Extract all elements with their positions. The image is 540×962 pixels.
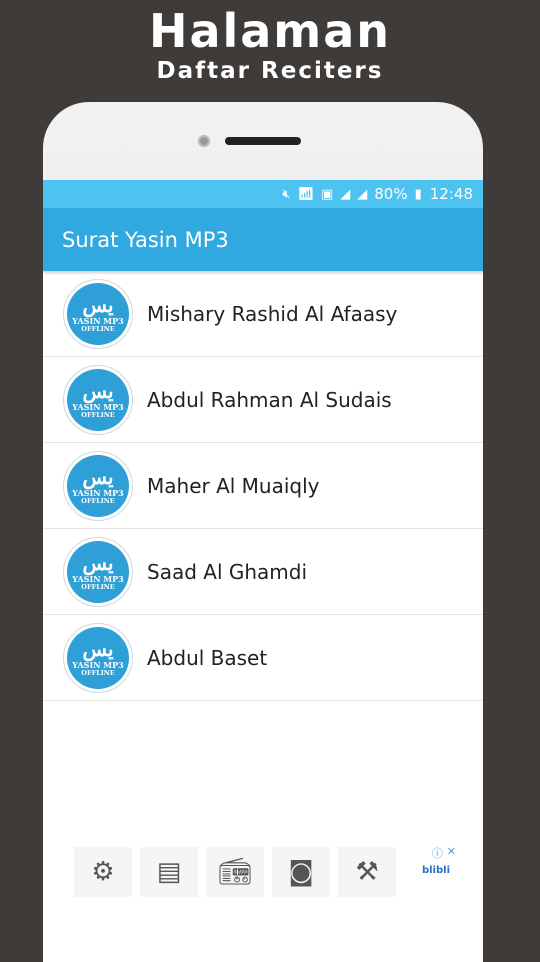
logo-arabic: يس	[82, 464, 114, 489]
promo-subtitle: Daftar Reciters	[156, 58, 384, 84]
logo-line2: OFFLINE	[81, 324, 115, 333]
yasin-logo-icon: يس YASIN MP3 OFFLINE	[63, 536, 133, 607]
list-item[interactable]: يس YASIN MP3 OFFLINE Abdul Rahman Al Sud…	[43, 357, 483, 443]
list-item[interactable]: يس YASIN MP3 OFFLINE Abdul Baset	[43, 615, 483, 701]
ad-choices[interactable]: ⓘ ✕	[432, 845, 456, 861]
yasin-logo-icon: يس YASIN MP3 OFFLINE	[63, 364, 133, 435]
reciter-name: Abdul Baset	[147, 645, 268, 670]
ad-product-image[interactable]: ▤	[140, 846, 198, 897]
logo-line2: OFFLINE	[81, 582, 115, 591]
ad-product-image[interactable]: ◙	[272, 846, 330, 897]
ad-product-image[interactable]: ⚙	[74, 846, 132, 897]
battery-icon: ▮	[414, 186, 422, 202]
promo-title: Halaman	[148, 4, 392, 58]
logo-arabic: يس	[82, 292, 114, 317]
signal-icon: ◢	[340, 186, 351, 202]
wifi-icon: 📶︎	[297, 186, 314, 202]
yasin-logo-icon: يس YASIN MP3 OFFLINE	[63, 450, 133, 521]
phone-frame: 🔇︎ 📶︎ ▣ ◢ ◢ 80% ▮ 12:48 Surat Yasin MP3 …	[43, 102, 483, 962]
battery-percent: 80%	[374, 185, 408, 203]
yasin-logo-icon: يس YASIN MP3 OFFLINE	[63, 278, 133, 349]
reciter-name: Mishary Rashid Al Afaasy	[147, 301, 398, 326]
app-bar: Surat Yasin MP3	[43, 208, 483, 271]
logo-arabic: يس	[82, 378, 114, 403]
ad-info-icon[interactable]: ⓘ	[432, 845, 443, 861]
ad-brand-logo: blibli	[421, 865, 450, 876]
signal-icon-2: ◢	[357, 186, 368, 202]
reciter-name: Maher Al Muaiqly	[147, 473, 320, 498]
speaker-grille	[225, 137, 301, 145]
list-item[interactable]: يس YASIN MP3 OFFLINE Mishary Rashid Al A…	[43, 271, 483, 357]
ad-product-image[interactable]: 📻︎	[206, 846, 264, 897]
reciter-name: Abdul Rahman Al Sudais	[147, 387, 392, 412]
list-item[interactable]: يس YASIN MP3 OFFLINE Saad Al Ghamdi	[43, 529, 483, 615]
app-title: Surat Yasin MP3	[62, 227, 229, 252]
close-icon[interactable]: ✕	[447, 845, 456, 861]
clock: 12:48	[429, 185, 473, 203]
camera-icon	[198, 135, 210, 147]
logo-line2: OFFLINE	[81, 496, 115, 505]
status-bar: 🔇︎ 📶︎ ▣ ◢ ◢ 80% ▮ 12:48	[43, 180, 483, 208]
ad-banner[interactable]: ⚙ ▤ 📻︎ ◙ ⚒ ⓘ ✕ blibli	[70, 843, 460, 900]
logo-arabic: يس	[82, 550, 114, 575]
yasin-logo-icon: يس YASIN MP3 OFFLINE	[63, 622, 133, 693]
ad-product-image[interactable]: ⚒	[338, 846, 396, 897]
logo-arabic: يس	[82, 636, 114, 661]
list-item[interactable]: يس YASIN MP3 OFFLINE Maher Al Muaiqly	[43, 443, 483, 529]
mute-icon: 🔇︎	[282, 186, 291, 202]
reciter-list: يس YASIN MP3 OFFLINE Mishary Rashid Al A…	[43, 271, 483, 701]
logo-line2: OFFLINE	[81, 410, 115, 419]
reciter-name: Saad Al Ghamdi	[147, 559, 308, 584]
sim-icon: ▣	[320, 186, 334, 202]
logo-line2: OFFLINE	[81, 668, 115, 677]
